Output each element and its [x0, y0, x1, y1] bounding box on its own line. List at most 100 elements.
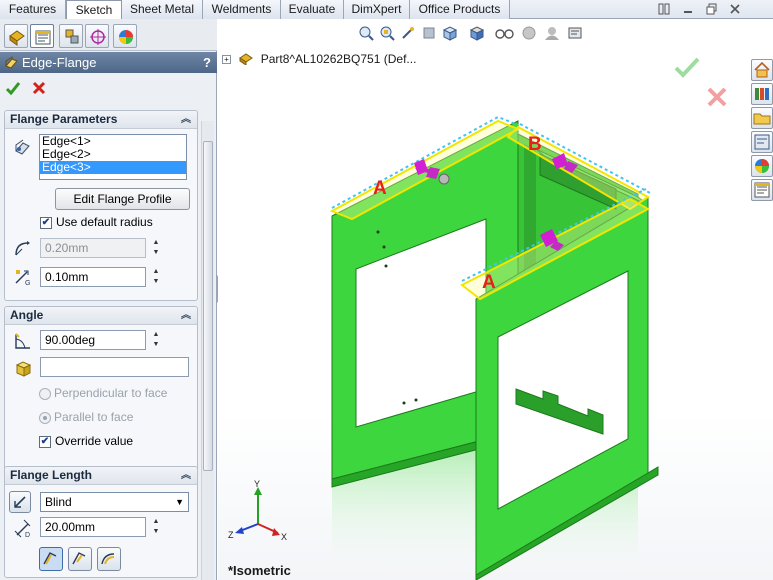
zoom-to-area-icon[interactable] — [379, 25, 397, 43]
confirmation-ok-button[interactable] — [674, 56, 700, 81]
cancel-button[interactable] — [31, 80, 47, 99]
outer-virtual-sharp-button[interactable] — [39, 547, 63, 571]
checkmark-icon — [674, 57, 700, 78]
radius-spinner[interactable]: ▲ ▼ — [151, 238, 161, 258]
angle-spinner[interactable]: ▲ ▼ — [151, 330, 161, 350]
restore-icon[interactable] — [705, 3, 719, 16]
custom-properties-tab[interactable] — [751, 179, 773, 201]
tab-weldments[interactable]: Weldments — [203, 0, 281, 19]
feature-title: Edge-Flange — [22, 55, 97, 70]
tab-evaluate[interactable]: Evaluate — [281, 0, 344, 19]
collapse-icon[interactable]: ︽ — [181, 307, 191, 324]
length-spinner[interactable]: ▲ ▼ — [151, 517, 161, 537]
tab-dimxpert[interactable]: DimXpert — [344, 0, 410, 19]
tab-sketch[interactable]: Sketch — [66, 0, 122, 20]
previous-view-icon[interactable] — [400, 25, 418, 43]
collapse-icon[interactable]: ︽ — [181, 467, 191, 484]
dimxpert-manager-tab[interactable] — [85, 24, 109, 48]
angle-field[interactable]: 90.00deg — [40, 330, 146, 350]
scrollbar-thumb[interactable] — [203, 141, 213, 471]
gap-spinner[interactable]: ▲ ▼ — [151, 267, 161, 287]
callout-label: B — [528, 134, 542, 155]
perpendicular-to-face-radio[interactable] — [39, 388, 51, 400]
part-name: Part8^AL10262BQ751 (Def... — [260, 52, 417, 66]
minimize-icon[interactable] — [681, 3, 695, 16]
property-manager-tab[interactable] — [30, 24, 54, 48]
reverse-direction-icon — [14, 496, 26, 508]
dimxpert-icon — [90, 29, 106, 45]
tangent-bend-icon — [101, 553, 115, 565]
section-view-icon[interactable] — [421, 25, 439, 43]
edit-flange-profile-button[interactable]: Edit Flange Profile — [55, 188, 190, 210]
axis-label: Z — [228, 530, 234, 540]
end-condition-select[interactable]: Blind ▼ — [40, 492, 189, 512]
angle-group: Angle ︽ 90.00deg ▲ ▼ Perpendicular to fac… — [4, 306, 198, 476]
appearances-tab[interactable] — [751, 155, 773, 177]
bend-radius-field[interactable]: 0.20mm — [40, 238, 146, 258]
configuration-icon — [65, 29, 79, 44]
display-manager-tab[interactable] — [113, 24, 137, 48]
svg-text:D: D — [25, 532, 30, 539]
inner-virtual-sharp-button[interactable] — [68, 547, 92, 571]
resources-tab[interactable] — [751, 59, 773, 81]
edge-selection-icon — [13, 137, 35, 159]
graphics-viewport[interactable]: A B A Y X Z + Part8^AL10262BQ751 (Def...… — [218, 19, 773, 580]
axis-triad: Y X Z — [228, 479, 287, 542]
reverse-direction-button[interactable] — [9, 491, 31, 513]
feature-manager-tab[interactable] — [4, 24, 28, 48]
group-title: Angle — [10, 308, 44, 322]
chevron-down-icon: ▼ — [175, 497, 184, 507]
length-field[interactable]: 20.00mm — [40, 517, 146, 537]
view-settings-icon[interactable] — [567, 25, 585, 43]
task-pane-tabs — [751, 59, 773, 205]
group-header[interactable]: Flange Length ︽ — [5, 467, 197, 485]
face-selection-field[interactable] — [40, 357, 189, 377]
flange-parameters-group: Flange Parameters ︽ Edge<1> Edge<2> Edge… — [4, 110, 198, 301]
design-library-tab[interactable] — [751, 83, 773, 105]
list-item[interactable]: Edge<3> — [40, 161, 186, 174]
group-title: Flange Length — [10, 468, 92, 482]
confirmation-cancel-button[interactable] — [706, 86, 728, 111]
parallel-to-face-label: Parallel to face — [54, 410, 134, 424]
zoom-to-fit-icon[interactable] — [358, 25, 376, 43]
group-header[interactable]: Angle ︽ — [5, 307, 197, 325]
flange-angle-icon — [13, 331, 35, 353]
panel-scrollbar[interactable] — [201, 121, 214, 580]
parallel-to-face-radio[interactable] — [39, 412, 51, 424]
x-icon — [32, 81, 46, 95]
collapse-icon[interactable]: ︽ — [181, 111, 191, 128]
tab-sheet-metal[interactable]: Sheet Metal — [122, 0, 203, 19]
file-explorer-tab[interactable] — [751, 107, 773, 129]
flange-length-group: Flange Length ︽ Blind ▼ D 20.00mm ▲ ▼ — [4, 466, 198, 578]
close-icon[interactable] — [728, 3, 742, 16]
apply-scene-icon[interactable] — [542, 25, 560, 43]
group-title: Flange Parameters — [10, 112, 118, 126]
configuration-manager-tab[interactable] — [59, 24, 83, 48]
tangent-bend-button[interactable] — [97, 547, 121, 571]
tab-features[interactable]: Features — [0, 0, 66, 19]
display-style-icon[interactable] — [468, 25, 486, 43]
view-palette-icon — [754, 134, 770, 150]
tile-icon[interactable] — [657, 3, 671, 16]
feature-tree-icon — [9, 30, 25, 46]
help-button[interactable]: ? — [203, 52, 211, 73]
view-palette-tab[interactable] — [751, 131, 773, 153]
ok-button[interactable] — [5, 80, 21, 99]
face-selection-icon — [13, 358, 35, 380]
callout-label: A — [373, 178, 387, 199]
expand-icon[interactable]: + — [222, 55, 231, 64]
property-icon — [35, 30, 51, 45]
view-orientation-icon[interactable] — [442, 25, 460, 43]
tab-office-products[interactable]: Office Products — [410, 0, 510, 19]
edit-appearance-icon[interactable] — [521, 25, 539, 43]
flyout-feature-tree[interactable]: + Part8^AL10262BQ751 (Def... — [222, 51, 416, 66]
hide-show-items-icon[interactable] — [495, 25, 514, 43]
use-default-radius-checkbox[interactable]: ✔ — [40, 217, 52, 229]
library-icon — [755, 88, 769, 100]
length-icon: D — [13, 519, 35, 541]
group-header[interactable]: Flange Parameters ︽ — [5, 111, 197, 129]
sheet-metal-model[interactable]: A B A Y X Z — [218, 19, 773, 580]
edges-listbox[interactable]: Edge<1> Edge<2> Edge<3> — [39, 134, 187, 180]
override-value-checkbox[interactable]: ✔ — [39, 436, 51, 448]
gap-distance-field[interactable]: 0.10mm — [40, 267, 146, 287]
